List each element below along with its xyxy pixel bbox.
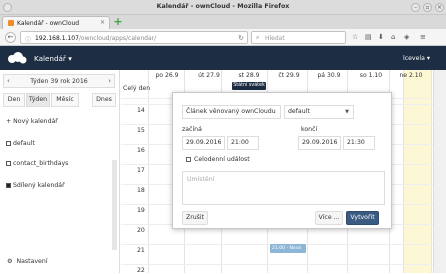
search-bar[interactable]: ⌕ Hledat [251, 31, 346, 44]
search-icon: ⌕ [256, 34, 260, 41]
week-label[interactable]: Týden 39 rok 2016 [4, 78, 114, 85]
hour-label: 15 [137, 127, 145, 134]
end-date-input[interactable]: 29.09.2016 [298, 136, 341, 150]
calendar-checkbox[interactable] [6, 161, 11, 166]
view-month-button[interactable]: Měsíc [51, 93, 79, 107]
next-week-button[interactable]: › [108, 77, 111, 85]
calendar-item-shared[interactable]: Sdílený kalendář [6, 182, 65, 189]
end-label: končí [301, 126, 318, 133]
app-menu[interactable]: Kalendář ▾ [34, 54, 72, 63]
hour-label: 16 [137, 147, 145, 154]
owncloud-header: Kalendář ▾ lcevela ▾ [0, 46, 446, 70]
tab-title: Kalendář - ownCloud [17, 19, 80, 27]
calendar-scrollbar[interactable] [433, 70, 446, 273]
start-label: začíná [182, 126, 202, 133]
navigation-bar: ← ⓘ 192.168.1.107/owncloud/apps/calendar… [0, 29, 446, 46]
day-header[interactable]: út 27.9 [191, 72, 227, 79]
settings-button[interactable]: ⚙ Nastavení [7, 258, 47, 265]
home-icon[interactable]: ⌂ [391, 33, 395, 41]
create-button[interactable]: Vytvořit [346, 211, 379, 225]
menu-icon[interactable]: ≡ [420, 33, 426, 41]
calendar-checkbox[interactable] [6, 141, 11, 146]
cancel-button[interactable]: Zrušit [182, 211, 208, 225]
calendar-checkbox[interactable] [6, 183, 11, 188]
start-date-input[interactable]: 29.09.2016 [182, 136, 225, 150]
calendar-item-default[interactable]: default [6, 140, 35, 147]
downloads-icon[interactable]: ⬇ [378, 33, 384, 41]
hour-label: 21 [137, 247, 145, 254]
end-time-input[interactable]: 21:30 [343, 136, 375, 150]
sidebar-scrollbar[interactable] [112, 160, 117, 250]
allday-event[interactable]: Státní svátek [232, 82, 266, 90]
window-titlebar: Kalendář - ownCloud - Mozilla Firefox – … [0, 0, 446, 15]
info-icon: ⓘ [25, 37, 32, 44]
owncloud-logo-icon[interactable] [6, 52, 28, 64]
view-day-button[interactable]: Den [3, 93, 25, 107]
day-header[interactable]: čt 29.9 [271, 72, 307, 79]
window-title: Kalendář - ownCloud - Mozilla Firefox [156, 3, 290, 10]
back-icon[interactable]: ← [5, 32, 16, 43]
today-column [403, 70, 431, 273]
more-button[interactable]: Více ... [315, 211, 343, 225]
hour-label: 18 [137, 187, 145, 194]
browser-tab[interactable]: Kalendář - ownCloud × [2, 16, 110, 29]
hour-label: 19 [137, 207, 145, 214]
calendar-sidebar: ‹ Týden 39 rok 2016 › Den Týden Měsíc Dn… [0, 70, 120, 273]
gear-icon: ⚙ [7, 258, 13, 265]
calendar-item-contact-birthdays[interactable]: contact_birthdays [6, 160, 68, 167]
reading-list-icon[interactable]: ▤ [365, 33, 372, 41]
star-icon[interactable]: ☆ [352, 33, 358, 41]
close-window-icon[interactable]: × [435, 3, 444, 12]
today-button[interactable]: Dnes [92, 93, 116, 107]
hour-label: 20 [137, 227, 145, 234]
url-text: 192.168.1.107/owncloud/apps/calendar/ [35, 34, 157, 42]
hour-label: 14 [137, 107, 145, 114]
allday-label: Celý den [123, 85, 151, 92]
calendar-select[interactable]: default ▼ [284, 105, 354, 119]
event-title-input[interactable]: Článek věnovaný ownCloudu [182, 105, 281, 119]
day-header[interactable]: st 28.9 [231, 72, 267, 79]
day-header[interactable]: so 1.10 [353, 72, 389, 79]
checkbox-icon[interactable] [186, 157, 191, 162]
maximize-icon[interactable]: ▫ [423, 3, 432, 12]
tab-favicon-icon [8, 20, 14, 26]
new-tab-icon[interactable]: + [113, 16, 123, 27]
allday-checkbox[interactable]: Celodenní událost [186, 156, 250, 163]
location-input[interactable]: Umístění [182, 171, 385, 205]
minimize-icon[interactable]: – [411, 3, 420, 12]
tab-bar: Kalendář - ownCloud × + [0, 15, 446, 29]
chevron-down-icon: ▼ [345, 109, 349, 115]
view-week-button[interactable]: Týden [26, 93, 50, 107]
new-event-popover: Článek věnovaný ownCloudu default ▼ začí… [172, 92, 392, 229]
pocket-icon[interactable]: ◈ [404, 33, 409, 41]
day-header[interactable]: ne 2.10 [393, 72, 429, 79]
start-time-input[interactable]: 21:00 [227, 136, 259, 150]
hour-label: 17 [137, 167, 145, 174]
user-menu[interactable]: lcevela ▾ [403, 55, 430, 62]
reload-icon[interactable]: ↻ [238, 34, 244, 42]
url-bar[interactable]: ⓘ 192.168.1.107/owncloud/apps/calendar/ … [20, 31, 248, 44]
day-header[interactable]: po 26.9 [149, 72, 185, 79]
new-calendar-button[interactable]: + Nový kalendář [6, 118, 58, 125]
tab-close-icon[interactable]: × [100, 19, 105, 26]
week-navigator: ‹ Týden 39 rok 2016 › [3, 74, 115, 88]
search-placeholder: Hledat [265, 34, 285, 42]
day-header[interactable]: pá 30.9 [311, 72, 347, 79]
event-block[interactable]: 21:00 - Nová udál [270, 244, 306, 260]
